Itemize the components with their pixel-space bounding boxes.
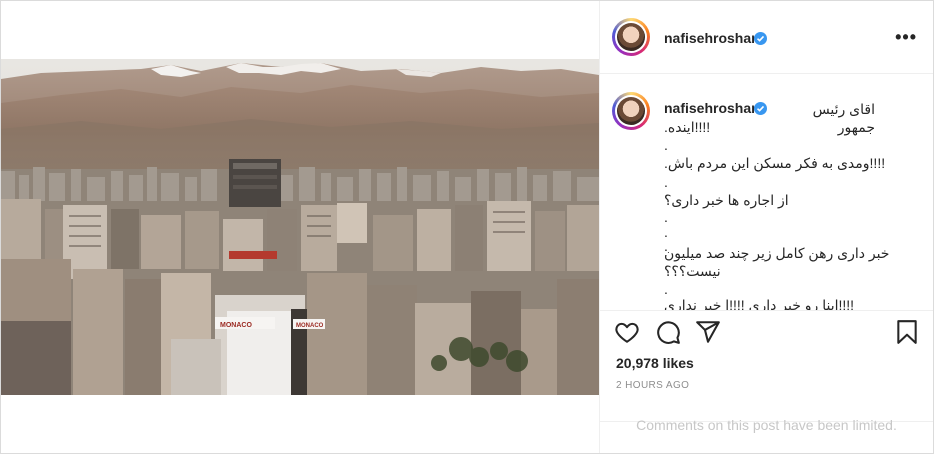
caption-line-12: !!!!اینا رو خبر داری !!!!ا خبر نداری: [664, 297, 855, 311]
bookmark-icon[interactable]: [894, 319, 920, 350]
comments-limited-notice: Comments on this post have been limited.: [636, 417, 897, 433]
monaco-sign-text: MONACO: [220, 322, 252, 329]
caption-line-10: نیست؟؟؟: [664, 263, 721, 279]
post-side-panel: nafisehroshan ••• nafisehroshan اقای رئی…: [600, 1, 933, 453]
heart-icon[interactable]: [614, 319, 640, 350]
post-media: MONACO MONACO: [1, 1, 600, 453]
more-options-icon[interactable]: •••: [895, 27, 917, 48]
caption-line-1: !!!!اینده.: [664, 119, 711, 135]
post-header: nafisehroshan •••: [600, 1, 933, 74]
post-photo[interactable]: MONACO MONACO: [1, 59, 599, 395]
caption-verified-badge-icon: [754, 102, 767, 115]
caption-line-9: خبر داری رهن کامل زیر چند صد میلیون: [664, 245, 890, 261]
caption-area: nafisehroshan اقای رئیس جمهور !!!!اینده.…: [600, 74, 933, 311]
header-username[interactable]: nafisehroshan: [664, 30, 760, 46]
comment-icon[interactable]: [655, 319, 681, 350]
caption-line-4: .: [664, 174, 668, 190]
monaco-sign-text-2: MONACO: [296, 323, 324, 329]
caption-line-2: .: [664, 137, 668, 153]
caption-avatar[interactable]: [612, 92, 650, 130]
post-actions: 20,978 likes 2 HOURS AGO: [600, 311, 933, 422]
verified-badge-icon: [754, 32, 767, 45]
avatar[interactable]: [612, 18, 650, 56]
caption-line-3: !!!!ومدی به فکر مسکن این مردم باش.: [664, 155, 886, 171]
city-mountain-photo: MONACO MONACO: [1, 59, 599, 395]
caption-username[interactable]: nafisehroshan: [664, 100, 760, 116]
caption-line-5: از اجاره ها خبر داری؟: [664, 192, 789, 208]
share-icon[interactable]: [695, 319, 721, 350]
likes-count[interactable]: 20,978 likes: [616, 355, 694, 371]
post-timestamp[interactable]: 2 HOURS AGO: [616, 380, 689, 391]
